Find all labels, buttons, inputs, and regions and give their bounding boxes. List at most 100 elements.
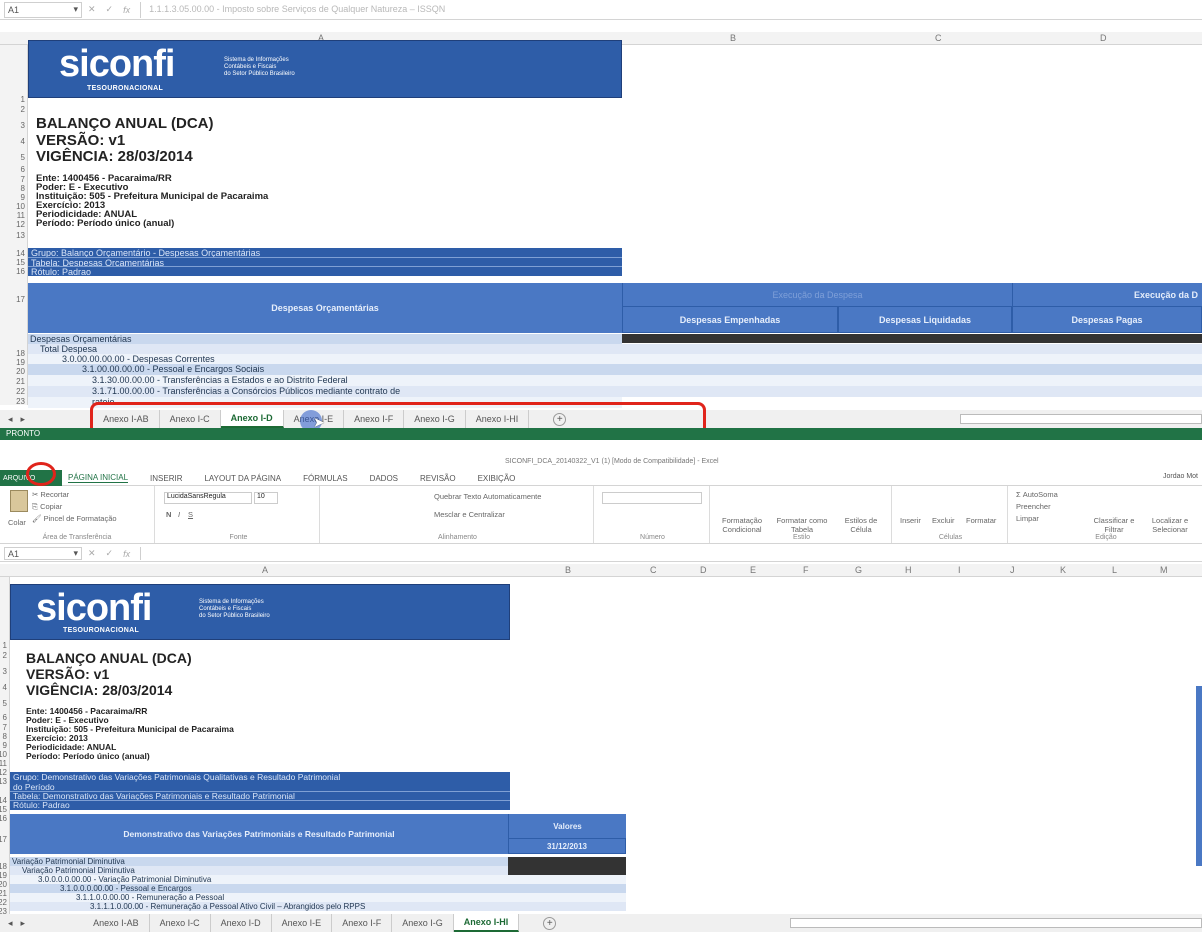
row-number[interactable]: 22 [0, 898, 7, 907]
cell-styles-button[interactable]: Estilos de Célula [836, 516, 886, 534]
table-row[interactable]: 3.1.0.0.0.00.00 - Pessoal e Encargos [10, 884, 626, 893]
fill-button[interactable]: Preencher [1016, 502, 1051, 511]
row-number[interactable]: 6 [21, 165, 25, 174]
font-name-select[interactable]: LucidaSansRegula [164, 492, 252, 504]
row-number[interactable]: 7 [21, 175, 25, 184]
column-header-c[interactable]: C [935, 33, 942, 43]
underline-button[interactable]: S [188, 510, 193, 519]
row-number[interactable]: 7 [3, 723, 7, 732]
merge-center-button[interactable]: Mesclar e Centralizar [434, 510, 505, 519]
row-number[interactable]: 13 [16, 231, 25, 240]
cut-button[interactable]: ✂ Recortar [32, 490, 69, 499]
tab-scroll-left-icon[interactable]: ◂ [0, 414, 21, 425]
italic-button[interactable]: I [178, 510, 180, 519]
tab-anexo-c[interactable]: Anexo I-C [150, 914, 211, 932]
format-button[interactable]: Formatar [966, 516, 996, 525]
row-number[interactable]: 22 [16, 387, 25, 396]
tab-anexo-hi[interactable]: Anexo I-HI [453, 914, 520, 932]
row-number[interactable]: 16 [16, 267, 25, 276]
row-number[interactable]: 5 [21, 153, 25, 162]
cancel-icon[interactable]: ✕ [88, 548, 96, 559]
row-number[interactable]: 15 [16, 258, 25, 267]
chevron-down-icon[interactable]: ▾ [73, 548, 78, 559]
row-number[interactable]: 13 [0, 777, 7, 786]
row-number[interactable]: 4 [3, 683, 7, 692]
name-box-2[interactable]: A1 ▾ [4, 547, 82, 560]
row-number[interactable]: 14 [0, 796, 7, 805]
column-header-k[interactable]: K [1060, 565, 1066, 575]
row-number[interactable]: 1 [21, 95, 25, 104]
table-row[interactable]: 3.1.1.0.0.00.00 - Remuneração a Pessoal [10, 893, 626, 902]
table-row[interactable]: 3.0.0.0.0.00.00 - Variação Patrimonial D… [10, 875, 626, 884]
row-number[interactable]: 3 [21, 121, 25, 130]
row-number[interactable]: 5 [3, 699, 7, 708]
row-number[interactable]: 6 [3, 713, 7, 722]
check-icon[interactable]: ✓ [106, 4, 114, 15]
row-number[interactable]: 14 [16, 249, 25, 258]
table-row[interactable]: Variação Patrimonial Diminutiva [10, 866, 508, 875]
row-number[interactable]: 17 [16, 295, 25, 304]
tab-inserir[interactable]: INSERIR [150, 474, 182, 483]
row-number[interactable]: 9 [3, 741, 7, 750]
row-number[interactable]: 8 [21, 184, 25, 193]
row-number[interactable]: 12 [0, 768, 7, 777]
fx-icon[interactable]: fx [123, 5, 130, 15]
column-header-a[interactable]: A [262, 565, 268, 575]
tab-anexo-f[interactable]: Anexo I-F [332, 914, 393, 932]
copy-button[interactable]: ⎘ Copiar [32, 502, 62, 512]
formula-input[interactable]: 1.1.1.3.05.00.00 - Imposto sobre Serviço… [140, 1, 1202, 18]
tab-anexo-d[interactable]: Anexo I-D [211, 914, 272, 932]
row-number[interactable]: 12 [16, 220, 25, 229]
sort-filter-button[interactable]: Classificar e Filtrar [1090, 516, 1138, 534]
add-sheet-icon[interactable]: + [543, 916, 557, 930]
formula-input-2[interactable] [140, 547, 1202, 560]
table-row[interactable]: 3.1.71.00.00.00 - Transferências a Consó… [28, 386, 1202, 397]
paste-button[interactable]: Colar [8, 518, 26, 527]
table-row[interactable]: 3.1.1.1.0.00.00 - Remuneração a Pessoal … [10, 902, 626, 911]
table-row[interactable]: 3.1.30.00.00.00 - Transferências a Estad… [28, 375, 1202, 386]
row-number[interactable]: 10 [16, 202, 25, 211]
row-number[interactable]: 18 [0, 862, 7, 871]
column-header-l[interactable]: L [1112, 565, 1117, 575]
horizontal-scrollbar[interactable] [960, 414, 1202, 424]
bold-button[interactable]: N [166, 510, 171, 519]
column-header-d[interactable]: D [700, 565, 707, 575]
horizontal-scrollbar[interactable] [790, 918, 1202, 928]
column-header-b[interactable]: B [565, 565, 571, 575]
autosum-button[interactable]: Σ AutoSoma [1016, 490, 1058, 499]
column-header-m[interactable]: M [1160, 565, 1168, 575]
column-header-d[interactable]: D [1100, 33, 1107, 43]
row-number[interactable]: 11 [0, 759, 7, 768]
row-number[interactable]: 20 [0, 880, 7, 889]
row-number[interactable]: 16 [0, 814, 7, 823]
check-icon[interactable]: ✓ [106, 548, 114, 559]
row-number[interactable]: 2 [21, 105, 25, 114]
row-number[interactable]: 9 [21, 193, 25, 202]
row-number[interactable]: 17 [0, 835, 7, 844]
tab-revisao[interactable]: REVISÃO [420, 474, 456, 483]
paste-icon[interactable] [10, 490, 28, 512]
column-header-g[interactable]: G [855, 565, 862, 575]
row-number[interactable]: 23 [16, 397, 25, 406]
row-number[interactable]: 3 [3, 667, 7, 676]
column-header-i[interactable]: I [958, 565, 961, 575]
row-number[interactable]: 8 [3, 732, 7, 741]
row-number[interactable]: 18 [16, 349, 25, 358]
column-header-h[interactable]: H [905, 565, 912, 575]
table-row[interactable]: Variação Patrimonial Diminutiva [10, 857, 508, 866]
cancel-icon[interactable]: ✕ [88, 4, 96, 15]
tab-formulas[interactable]: FÓRMULAS [303, 474, 347, 483]
format-painter-button[interactable]: 🖌 Pincel de Formatação [32, 514, 117, 523]
conditional-format-button[interactable]: Formatação Condicional [716, 516, 768, 534]
row-number[interactable]: 4 [21, 137, 25, 146]
tab-dados[interactable]: DADOS [370, 474, 398, 483]
tab-exibicao[interactable]: EXIBIÇÃO [478, 474, 516, 483]
insert-button[interactable]: Inserir [900, 516, 921, 525]
column-header-b[interactable]: B [730, 33, 736, 43]
tab-anexo-ab[interactable]: Anexo I-AB [83, 914, 150, 932]
row-number[interactable]: 21 [16, 377, 25, 386]
tab-anexo-g[interactable]: Anexo I-G [392, 914, 454, 932]
font-size-select[interactable]: 10 [254, 492, 278, 504]
column-header-c[interactable]: C [650, 565, 657, 575]
fx-icon[interactable]: fx [123, 549, 130, 559]
